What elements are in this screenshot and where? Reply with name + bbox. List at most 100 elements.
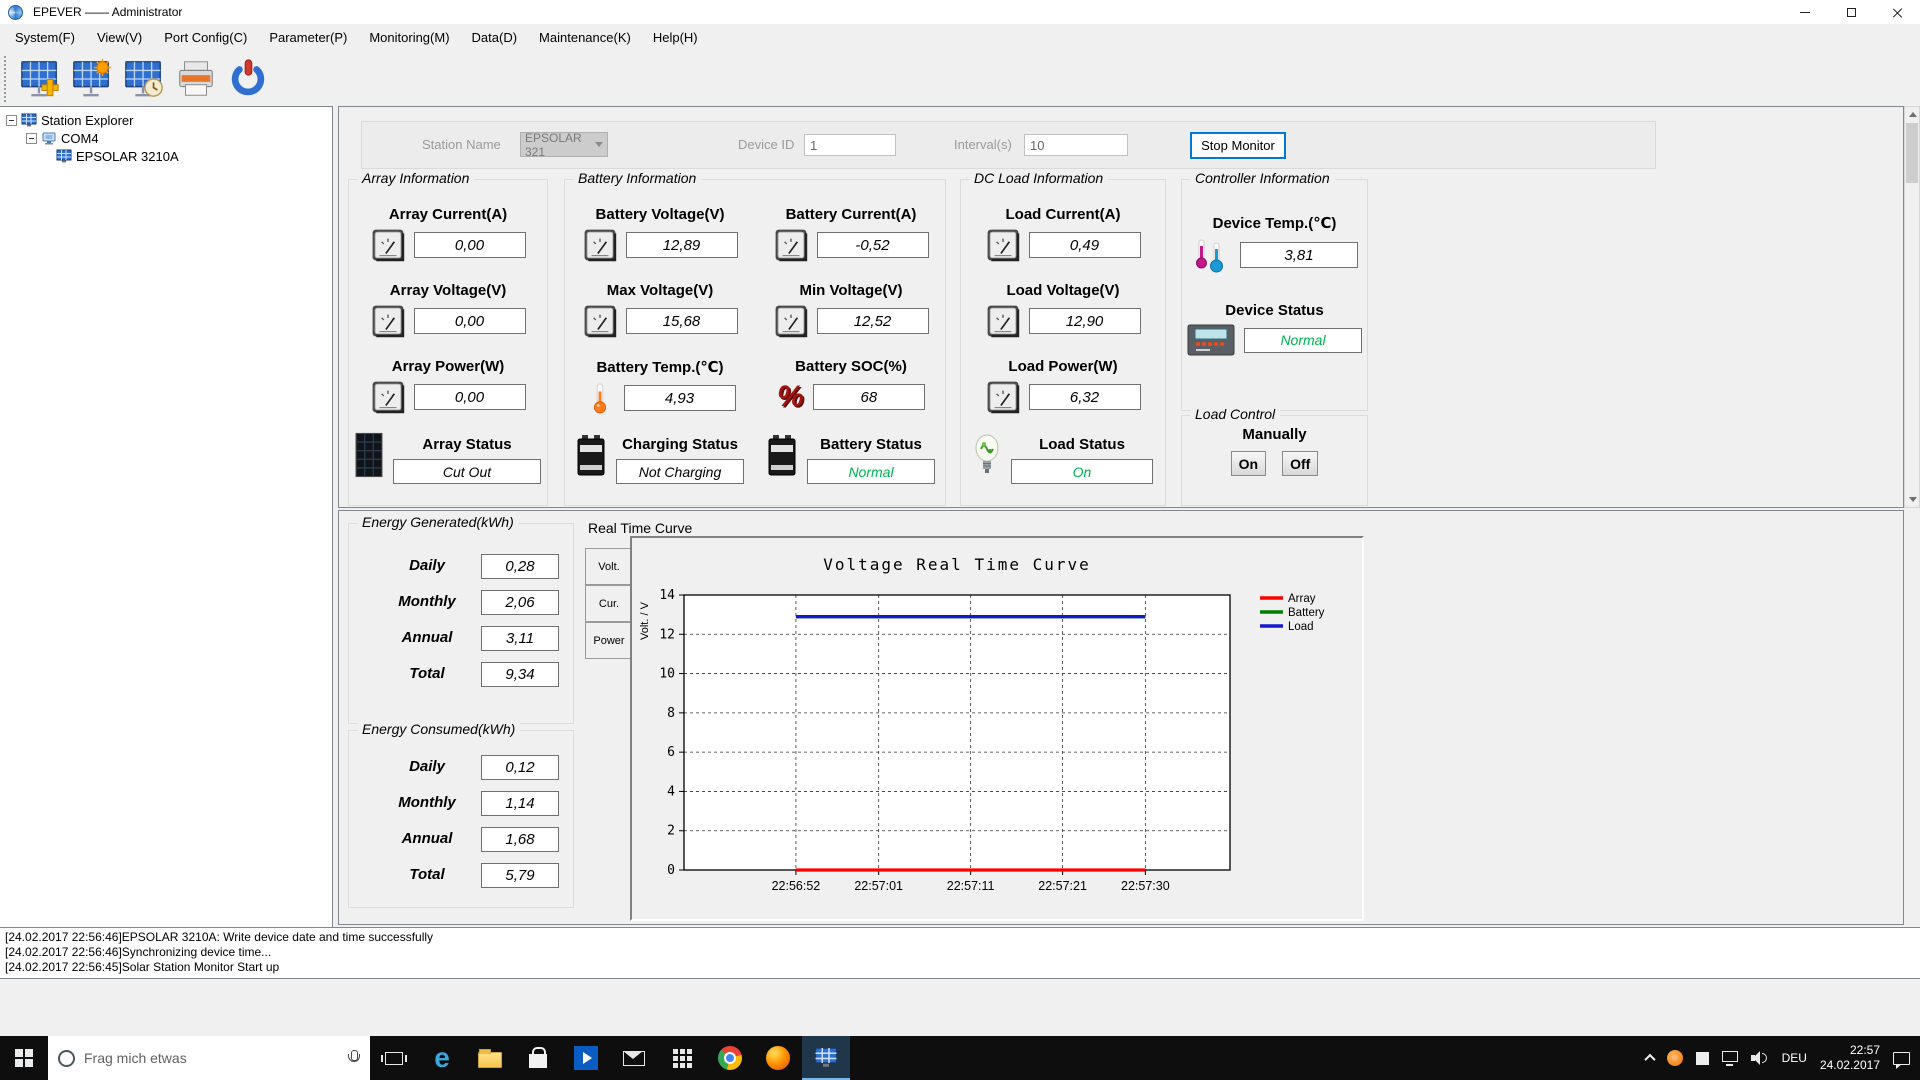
print-button[interactable] bbox=[170, 54, 222, 104]
controller-icon bbox=[1187, 324, 1235, 356]
file-explorer-button[interactable] bbox=[466, 1036, 514, 1080]
edge-button[interactable]: e bbox=[418, 1036, 466, 1080]
energy-label: Monthly bbox=[398, 593, 456, 610]
menu-help[interactable]: Help(H) bbox=[642, 26, 709, 49]
close-button[interactable] bbox=[1874, 0, 1920, 24]
energy-label: Daily bbox=[409, 758, 445, 775]
menu-system[interactable]: System(F) bbox=[4, 26, 86, 49]
metric-value: 3,81 bbox=[1240, 242, 1358, 268]
tree-com-label[interactable]: COM4 bbox=[61, 131, 99, 146]
tab-cur[interactable]: Cur. bbox=[585, 585, 633, 622]
menu-parameter[interactable]: Parameter(P) bbox=[258, 26, 358, 49]
menu-view[interactable]: View(V) bbox=[86, 26, 153, 49]
metric-value: 0,00 bbox=[413, 384, 526, 410]
station-monitor-button[interactable] bbox=[66, 54, 118, 104]
store-bag-icon bbox=[529, 1047, 547, 1068]
status-label: Load Status bbox=[1039, 436, 1125, 453]
network-icon[interactable] bbox=[1721, 1050, 1738, 1066]
device-id-field[interactable]: 1 bbox=[804, 134, 896, 156]
start-button[interactable] bbox=[0, 1036, 48, 1080]
mail-button[interactable] bbox=[610, 1036, 658, 1080]
dc-load-information-group: DC Load Information Load Current(A) 0,49… bbox=[960, 170, 1166, 506]
status-label: Battery Status bbox=[820, 436, 922, 453]
app-logo-icon bbox=[8, 4, 23, 20]
menu-data[interactable]: Data(D) bbox=[461, 26, 529, 49]
tree-device-label[interactable]: EPSOLAR 3210A bbox=[76, 149, 179, 164]
metric-load-voltage: Load Voltage(V) 12,90 bbox=[961, 282, 1165, 338]
microphone-icon[interactable] bbox=[348, 1050, 360, 1066]
log-line: [24.02.2017 22:56:46]EPSOLAR 3210A: Writ… bbox=[5, 930, 434, 944]
films-tv-button[interactable] bbox=[562, 1036, 610, 1080]
vertical-scrollbar[interactable] bbox=[1904, 106, 1920, 508]
tree-node-com4[interactable]: COM4 bbox=[0, 129, 332, 147]
tray-expand-icon[interactable] bbox=[1643, 1053, 1656, 1066]
collapse-icon[interactable] bbox=[6, 114, 17, 126]
log-line: [24.02.2017 22:56:46]Synchronizing devic… bbox=[5, 945, 272, 959]
menu-maintenance[interactable]: Maintenance(K) bbox=[528, 26, 642, 49]
taskbar-clock[interactable]: 22:57 24.02.2017 bbox=[1820, 1043, 1880, 1073]
station-name-select[interactable]: EPSOLAR 321 bbox=[520, 131, 608, 159]
svg-text:0: 0 bbox=[667, 863, 675, 878]
tree-root-label[interactable]: Station Explorer bbox=[41, 113, 134, 128]
edge-icon: e bbox=[434, 1042, 450, 1073]
store-button[interactable] bbox=[514, 1036, 562, 1080]
menu-monitoring[interactable]: Monitoring(M) bbox=[358, 26, 460, 49]
metric-battery-soc: Battery SOC(%) % 68 bbox=[755, 358, 947, 414]
metric-value: 12,89 bbox=[625, 232, 738, 258]
task-view-button[interactable] bbox=[370, 1036, 418, 1080]
energy-consumed-group: Energy Consumed(kWh) Daily 0,12 Monthly … bbox=[348, 721, 574, 908]
battery-information-group: Battery Information Battery Voltage(V) 1… bbox=[564, 170, 947, 506]
tree-node-device[interactable]: EPSOLAR 3210A bbox=[0, 147, 332, 165]
energy-value: 1,14 bbox=[481, 791, 559, 816]
add-station-button[interactable] bbox=[14, 54, 66, 104]
stop-monitor-button[interactable]: Stop Monitor bbox=[1190, 132, 1286, 159]
solar-monitor-app-button[interactable] bbox=[802, 1036, 850, 1080]
play-icon bbox=[574, 1046, 598, 1070]
scroll-up-icon[interactable] bbox=[1909, 112, 1917, 117]
metric-value: 4,93 bbox=[623, 385, 736, 411]
scrollbar-thumb[interactable] bbox=[1906, 123, 1918, 183]
energy-label: Total bbox=[409, 866, 445, 883]
group-title: Array Information bbox=[357, 170, 475, 186]
metric-battery-current: Battery Current(A) -0,52 bbox=[755, 206, 947, 262]
energy-row: Annual 3,11 bbox=[349, 626, 573, 652]
battery-column-1: Battery Voltage(V) 12,89 Max Voltage(V) … bbox=[565, 180, 755, 505]
all-apps-button[interactable] bbox=[658, 1036, 706, 1080]
gauge-icon bbox=[986, 228, 1020, 262]
group-title: DC Load Information bbox=[969, 170, 1109, 186]
station-schedule-button[interactable] bbox=[118, 54, 170, 104]
maximize-button[interactable] bbox=[1828, 0, 1874, 24]
percent-icon: % bbox=[777, 380, 804, 413]
energy-row: Daily 0,12 bbox=[349, 755, 573, 781]
collapse-icon[interactable] bbox=[26, 132, 37, 144]
antivirus-tray-icon[interactable] bbox=[1666, 1050, 1683, 1066]
language-indicator[interactable]: DEU bbox=[1782, 1051, 1807, 1065]
metric-max-voltage: Max Voltage(V) 15,68 bbox=[565, 282, 755, 338]
load-off-button[interactable]: Off bbox=[1282, 451, 1319, 476]
svg-text:10: 10 bbox=[659, 667, 675, 682]
taskbar-search[interactable]: Frag mich etwas bbox=[48, 1036, 370, 1080]
tab-power[interactable]: Power bbox=[585, 622, 633, 659]
real-time-curve-title: Real Time Curve bbox=[588, 520, 693, 536]
firefox-button[interactable] bbox=[754, 1036, 802, 1080]
action-center-icon[interactable] bbox=[1893, 1051, 1910, 1069]
speaker-icon[interactable] bbox=[1750, 1050, 1769, 1066]
status-label: Charging Status bbox=[622, 436, 738, 453]
exit-button[interactable] bbox=[222, 54, 274, 104]
status-label: Array Status bbox=[422, 436, 512, 453]
energy-value: 5,79 bbox=[481, 863, 559, 888]
toolbar bbox=[0, 51, 1920, 106]
device-status-block: Device Status Normal bbox=[1182, 302, 1367, 356]
tab-volt[interactable]: Volt. bbox=[585, 548, 633, 585]
thermometer-icon bbox=[585, 381, 615, 415]
interval-field[interactable]: 10 bbox=[1024, 134, 1128, 156]
menu-port-config[interactable]: Port Config(C) bbox=[153, 26, 258, 49]
scroll-down-icon[interactable] bbox=[1909, 497, 1917, 502]
app-tray-icon[interactable] bbox=[1695, 1051, 1709, 1065]
minimize-button[interactable] bbox=[1782, 0, 1828, 24]
load-status-value: On bbox=[1011, 459, 1153, 484]
load-on-button[interactable]: On bbox=[1230, 451, 1267, 476]
metric-label: Min Voltage(V) bbox=[799, 282, 903, 299]
chrome-button[interactable] bbox=[706, 1036, 754, 1080]
tree-node-station-explorer[interactable]: Station Explorer bbox=[0, 111, 332, 129]
